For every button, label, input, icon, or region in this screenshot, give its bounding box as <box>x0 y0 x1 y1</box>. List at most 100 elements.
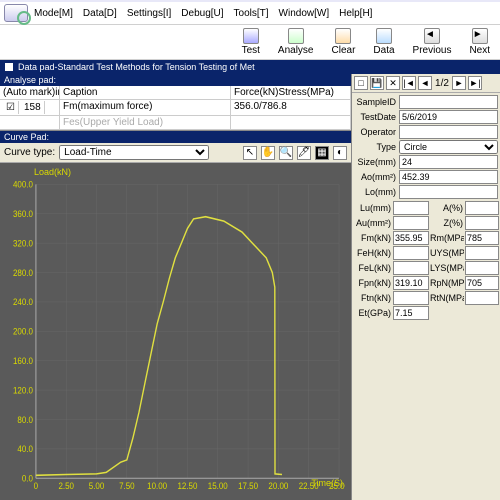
ftn-label: Ftn(kN) <box>354 293 392 303</box>
table-row[interactable]: Fes(Upper Yield Load) <box>0 116 351 130</box>
previous-button[interactable]: ◄Previous <box>407 27 458 57</box>
new-icon[interactable]: □ <box>354 76 368 90</box>
svg-text:240.0: 240.0 <box>13 297 33 307</box>
chart: Load(kN) Time(S) 0.040.080.0120.0160.020… <box>0 163 351 500</box>
previous-icon: ◄ <box>424 28 440 44</box>
analyse-button[interactable]: Analyse <box>272 27 320 57</box>
rtn-label: RtN(MPa) <box>430 293 464 303</box>
sampleid-field[interactable] <box>399 95 498 109</box>
et-label: Et(GPa) <box>354 308 392 318</box>
testdate-label: TestDate <box>354 112 398 122</box>
size-label: Size(mm) <box>354 157 398 167</box>
feh-field[interactable] <box>393 246 429 260</box>
next-button[interactable]: ►Next <box>463 27 496 57</box>
test-button[interactable]: Test <box>236 27 266 57</box>
y-axis-label: Load(kN) <box>34 167 71 177</box>
svg-text:120.0: 120.0 <box>13 385 33 395</box>
rm-label: Rm(MPa) <box>430 233 464 243</box>
size-field[interactable] <box>399 155 498 169</box>
menu-mode[interactable]: Mode[M] <box>30 5 77 22</box>
rpn-field[interactable] <box>465 276 499 290</box>
prev-record-icon[interactable]: ◄ <box>418 76 432 90</box>
col-header-caption[interactable]: Caption <box>60 86 231 99</box>
rpn-label: RpN(MPa) <box>430 278 464 288</box>
rm-field[interactable] <box>465 231 499 245</box>
col-header-force[interactable]: Force(kN)Stress(MPa) <box>231 86 351 99</box>
z-label: Z(%) <box>430 218 464 228</box>
uys-field[interactable] <box>465 246 499 260</box>
record-toolbar: □ 💾 ✕ |◄ ◄ 1/2 ► ►| <box>352 74 500 93</box>
last-record-icon[interactable]: ►| <box>468 76 482 90</box>
svg-text:200.0: 200.0 <box>13 326 33 336</box>
menu-data[interactable]: Data[D] <box>79 5 121 22</box>
pin-icon <box>4 62 14 72</box>
clear-button[interactable]: Clear <box>326 27 362 57</box>
color-tool-icon[interactable]: 🖊 <box>297 146 311 160</box>
lu-field[interactable] <box>393 201 429 215</box>
data-button[interactable]: Data <box>367 27 400 57</box>
menu-settings[interactable]: Settings[I] <box>123 5 175 22</box>
a-field[interactable] <box>465 201 499 215</box>
fpn-field[interactable] <box>393 276 429 290</box>
svg-text:12.50: 12.50 <box>177 481 197 491</box>
feh-label: FeH(kN) <box>354 248 392 258</box>
svg-text:0: 0 <box>34 481 39 491</box>
ftn-field[interactable] <box>393 291 429 305</box>
z-field[interactable] <box>465 216 499 230</box>
lys-label: LYS(MPa) <box>430 263 464 273</box>
fm-label: Fm(kN) <box>354 233 392 243</box>
checkbox-icon[interactable]: ☑ <box>3 101 19 114</box>
next-record-icon[interactable]: ► <box>452 76 466 90</box>
operator-field[interactable] <box>399 125 498 139</box>
menu-help[interactable]: Help[H] <box>335 5 376 22</box>
svg-text:80.0: 80.0 <box>17 414 33 424</box>
au-label: Au(mm²) <box>354 218 392 228</box>
menu-tools[interactable]: Tools[T] <box>230 5 273 22</box>
svg-text:20.00: 20.00 <box>268 481 288 491</box>
data-pad-titlebar: Data pad-Standard Test Methods for Tensi… <box>0 60 500 74</box>
uys-label: UYS(MPa) <box>430 248 464 258</box>
svg-text:2.50: 2.50 <box>58 481 74 491</box>
col-header-index[interactable]: (Auto mark)in.. <box>0 86 60 99</box>
svg-text:320.0: 320.0 <box>13 238 33 248</box>
svg-text:400.0: 400.0 <box>13 179 33 189</box>
main-toolbar: Test Analyse Clear Data ◄Previous ►Next <box>0 25 500 60</box>
hand-tool-icon[interactable]: ✋ <box>261 146 275 160</box>
type-select[interactable]: Circle <box>399 140 498 154</box>
svg-text:15.00: 15.00 <box>208 481 228 491</box>
data-icon <box>376 28 392 44</box>
fm-field[interactable] <box>393 231 429 245</box>
page-indicator: 1/2 <box>434 78 450 89</box>
lys-field[interactable] <box>465 261 499 275</box>
x-axis-label: Time(S) <box>311 478 343 488</box>
au-field[interactable] <box>393 216 429 230</box>
toggle-tool-icon[interactable]: ◐ <box>333 146 347 160</box>
svg-text:10.00: 10.00 <box>147 481 167 491</box>
pointer-tool-icon[interactable]: ↖ <box>243 146 257 160</box>
chart-canvas: 0.040.080.0120.0160.0200.0240.0280.0320.… <box>6 169 345 498</box>
table-row[interactable]: ☑158 Fm(maximum force) 356.0/786.8 <box>0 100 351 116</box>
next-icon: ► <box>472 28 488 44</box>
lo-field[interactable] <box>399 185 498 199</box>
svg-text:360.0: 360.0 <box>13 209 33 219</box>
svg-text:280.0: 280.0 <box>13 267 33 277</box>
delete-icon[interactable]: ✕ <box>386 76 400 90</box>
save-icon[interactable]: 💾 <box>370 76 384 90</box>
rtn-field[interactable] <box>465 291 499 305</box>
curve-type-select[interactable]: Load-Time <box>59 145 209 160</box>
menu-window[interactable]: Window[W] <box>275 5 334 22</box>
zoom-in-icon[interactable]: ▦ <box>315 146 329 160</box>
analyse-icon <box>288 28 304 44</box>
menu-debug[interactable]: Debug[U] <box>177 5 227 22</box>
et-field[interactable] <box>393 306 429 320</box>
ao-field[interactable] <box>399 170 498 184</box>
fel-field[interactable] <box>393 261 429 275</box>
operator-label: Operator <box>354 127 398 137</box>
testdate-field[interactable] <box>399 110 498 124</box>
sampleid-label: SampleID <box>354 97 398 107</box>
first-record-icon[interactable]: |◄ <box>402 76 416 90</box>
ao-label: Ao(mm²) <box>354 172 398 182</box>
analyse-pad-title: Analyse pad: <box>0 74 351 86</box>
svg-text:40.0: 40.0 <box>17 444 33 454</box>
zoom-tool-icon[interactable]: 🔍 <box>279 146 293 160</box>
